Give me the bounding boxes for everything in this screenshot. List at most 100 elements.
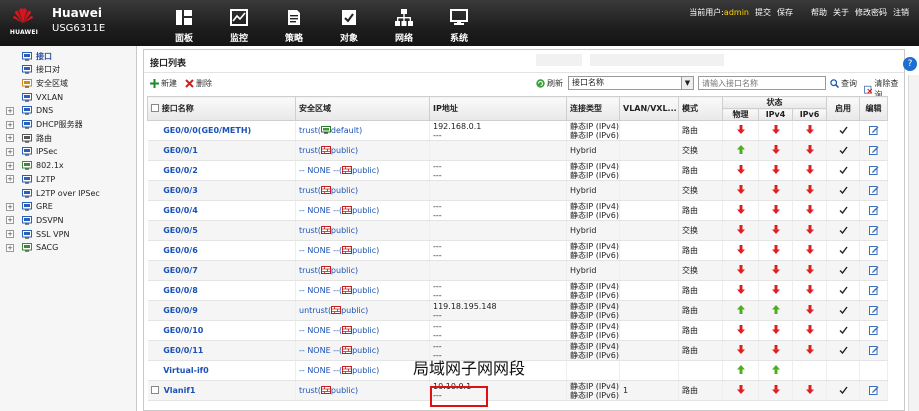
edit-icon[interactable]: [868, 245, 879, 255]
sidebar-item[interactable]: + DHCP服务器: [0, 119, 137, 131]
check-icon[interactable]: [839, 266, 848, 274]
zone-link[interactable]: -- NONE --(public): [299, 346, 379, 355]
expand-icon[interactable]: +: [6, 120, 14, 129]
col-header-conn[interactable]: 连接类型: [566, 96, 620, 121]
save-link[interactable]: 保存: [777, 7, 793, 18]
nav-dashboard[interactable]: 面板: [157, 0, 211, 46]
vertical-scrollbar[interactable]: [908, 75, 919, 411]
sidebar-item[interactable]: + SSL VPN: [0, 228, 137, 240]
edit-icon[interactable]: [868, 165, 879, 175]
expand-icon[interactable]: +: [6, 243, 14, 252]
table-row[interactable]: GE0/0/1 trust(public) Hybrid 交换: [147, 140, 889, 161]
interface-name-link[interactable]: GE0/0/9: [163, 306, 198, 315]
table-row[interactable]: GE0/0/4 -- NONE --(public) --- --- 静态IP (IPv…: [147, 200, 889, 221]
interface-name-link[interactable]: GE0/0/0(GE0/METH): [163, 126, 251, 135]
check-icon[interactable]: [839, 126, 848, 134]
interface-name-link[interactable]: GE0/0/4: [163, 206, 198, 215]
zone-link[interactable]: -- NONE --(public): [299, 166, 379, 175]
sidebar-item[interactable]: 接口: [0, 50, 137, 62]
about-link[interactable]: 关于: [833, 7, 849, 18]
zone-link[interactable]: trust(default): [299, 126, 362, 135]
zone-link[interactable]: trust(public): [299, 186, 358, 195]
select-all-checkbox[interactable]: [151, 104, 159, 112]
zone-link[interactable]: trust(public): [299, 386, 358, 395]
table-row[interactable]: GE0/0/8 -- NONE --(public) --- --- 静态IP (IPv…: [147, 280, 889, 301]
check-icon[interactable]: [839, 346, 848, 354]
zone-link[interactable]: trust(public): [299, 226, 358, 235]
query-button[interactable]: 查询: [830, 78, 857, 89]
edit-icon[interactable]: [868, 205, 879, 215]
sidebar-item[interactable]: 安全区域: [0, 77, 137, 89]
edit-icon[interactable]: [868, 225, 879, 235]
interface-name-link[interactable]: GE0/0/5: [163, 226, 198, 235]
nav-policy[interactable]: 策略: [267, 0, 321, 46]
interface-name-link[interactable]: GE0/0/10: [163, 326, 203, 335]
sidebar-item[interactable]: + SACG: [0, 242, 137, 254]
col-header-zone[interactable]: 安全区域: [295, 96, 430, 121]
check-icon[interactable]: [839, 306, 848, 314]
table-row[interactable]: GE0/0/10 -- NONE --(public) --- --- 静态IP (IP…: [147, 320, 889, 341]
chevron-down-icon[interactable]: ▼: [681, 77, 693, 89]
search-input[interactable]: [698, 76, 826, 90]
zone-link[interactable]: trust(public): [299, 266, 358, 275]
expand-icon[interactable]: +: [6, 106, 14, 115]
expand-icon[interactable]: +: [6, 161, 14, 170]
check-icon[interactable]: [839, 146, 848, 154]
logout-link[interactable]: 注销: [893, 7, 909, 18]
sidebar-item[interactable]: + L2TP: [0, 173, 137, 185]
interface-name-link[interactable]: GE0/0/7: [163, 266, 198, 275]
check-icon[interactable]: [839, 246, 848, 254]
interface-name-link[interactable]: GE0/0/2: [163, 166, 198, 175]
edit-icon[interactable]: [868, 305, 879, 315]
change-password-link[interactable]: 修改密码: [855, 7, 887, 18]
interface-name-link[interactable]: Virtual-if0: [163, 366, 209, 375]
check-icon[interactable]: [839, 286, 848, 294]
check-icon[interactable]: [839, 166, 848, 174]
zone-link[interactable]: untrust(public): [299, 306, 368, 315]
check-icon[interactable]: [839, 386, 848, 394]
nav-system[interactable]: 系统: [432, 0, 486, 46]
col-header-ip[interactable]: IP地址: [429, 96, 567, 121]
interface-name-link[interactable]: GE0/0/8: [163, 286, 198, 295]
table-row[interactable]: GE0/0/5 trust(public) Hybrid 交换: [147, 220, 889, 241]
zone-link[interactable]: -- NONE --(public): [299, 286, 379, 295]
sidebar-item[interactable]: L2TP over IPSec: [0, 187, 137, 199]
expand-icon[interactable]: +: [6, 134, 14, 143]
expand-icon[interactable]: +: [6, 147, 14, 156]
table-row[interactable]: GE0/0/2 -- NONE --(public) --- --- 静态IP (IPv…: [147, 160, 889, 181]
nav-object[interactable]: 对象: [322, 0, 376, 46]
edit-icon[interactable]: [868, 145, 879, 155]
check-icon[interactable]: [839, 226, 848, 234]
refresh-button[interactable]: 刷新: [536, 78, 563, 89]
sidebar-item[interactable]: VXLAN: [0, 91, 137, 103]
help-link[interactable]: 帮助: [811, 7, 827, 18]
zone-link[interactable]: -- NONE --(public): [299, 366, 379, 375]
check-icon[interactable]: [839, 206, 848, 214]
interface-name-link[interactable]: GE0/0/3: [163, 186, 198, 195]
help-icon[interactable]: ?: [903, 57, 917, 71]
edit-icon[interactable]: [868, 325, 879, 335]
zone-link[interactable]: trust(public): [299, 146, 358, 155]
edit-icon[interactable]: [868, 345, 879, 355]
col-header-vlan[interactable]: VLAN/VXL...: [619, 96, 679, 121]
table-row[interactable]: GE0/0/6 -- NONE --(public) --- --- 静态IP (IPv…: [147, 240, 889, 261]
table-row[interactable]: GE0/0/0(GE0/METH) trust(default) 192.168.0…: [147, 120, 889, 141]
edit-icon[interactable]: [868, 185, 879, 195]
sidebar-item[interactable]: + 路由: [0, 132, 137, 144]
col-header-name[interactable]: 接口名称: [147, 96, 296, 121]
interface-name-link[interactable]: GE0/0/6: [163, 246, 198, 255]
interface-name-link[interactable]: GE0/0/1: [163, 146, 198, 155]
sidebar-item[interactable]: 接口对: [0, 64, 137, 76]
sidebar-item[interactable]: + DNS: [0, 105, 137, 117]
submit-link[interactable]: 提交: [755, 7, 771, 18]
expand-icon[interactable]: +: [6, 230, 14, 239]
check-icon[interactable]: [839, 186, 848, 194]
sidebar-item[interactable]: + IPSec: [0, 146, 137, 158]
table-row[interactable]: Vlanif1 trust(public) 10.10.0.1 --- 静态IP (IP…: [147, 380, 889, 401]
zone-link[interactable]: -- NONE --(public): [299, 326, 379, 335]
sidebar-item[interactable]: +802.1x: [0, 160, 137, 172]
table-row[interactable]: GE0/0/9 untrust(public) 119.18.195.148 --- 静…: [147, 300, 889, 321]
sidebar-item[interactable]: + DSVPN: [0, 214, 137, 226]
table-row[interactable]: GE0/0/3 trust(public) Hybrid 交换: [147, 180, 889, 201]
edit-icon[interactable]: [868, 285, 879, 295]
